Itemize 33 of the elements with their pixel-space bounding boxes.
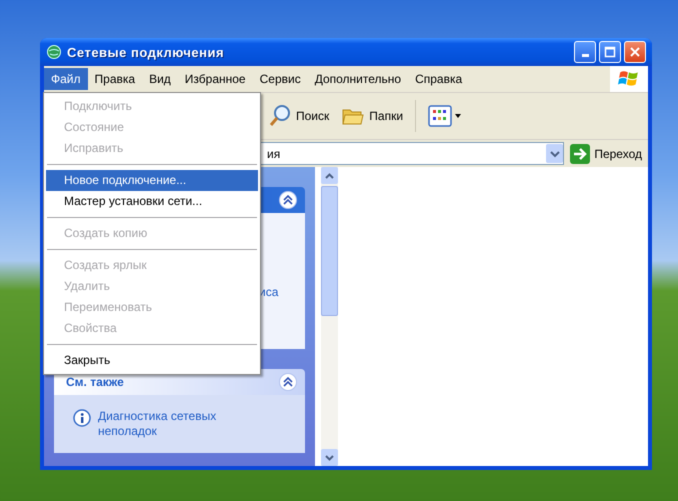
section-title: См. также bbox=[66, 375, 124, 389]
close-icon bbox=[629, 46, 641, 58]
troubleshoot-link[interactable]: Диагностика сетевых неполадок bbox=[98, 409, 248, 439]
double-chevron-up-icon bbox=[283, 195, 293, 205]
menu-item[interactable]: Вид bbox=[142, 68, 178, 90]
search-button[interactable]: Поиск bbox=[264, 102, 334, 130]
view-grid-icon bbox=[428, 104, 462, 128]
close-button[interactable] bbox=[624, 41, 646, 63]
menu-entry[interactable]: Закрыть bbox=[46, 350, 258, 371]
go-button[interactable]: Переход bbox=[568, 144, 644, 164]
search-icon bbox=[268, 104, 292, 128]
maximize-button[interactable] bbox=[599, 41, 621, 63]
double-chevron-up-icon bbox=[283, 377, 293, 387]
vertical-scrollbar[interactable] bbox=[321, 167, 338, 466]
folders-button[interactable]: Папки bbox=[337, 103, 408, 129]
menu-item[interactable]: Избранное bbox=[178, 68, 253, 90]
scroll-up-icon[interactable] bbox=[325, 172, 334, 178]
collapse-button[interactable] bbox=[279, 191, 297, 209]
menu-entry[interactable]: Мастер установки сети... bbox=[46, 191, 258, 212]
window-title: Сетевые подключения bbox=[67, 44, 224, 60]
menu-item[interactable]: Правка bbox=[88, 68, 142, 90]
menu-item[interactable]: Файл bbox=[44, 68, 88, 90]
minimize-button[interactable] bbox=[574, 41, 596, 63]
collapse-button[interactable] bbox=[279, 373, 297, 391]
menu-entry[interactable]: Новое подключение... bbox=[46, 170, 258, 191]
menu-item[interactable]: Справка bbox=[408, 68, 470, 90]
menu-item[interactable]: Сервис bbox=[252, 68, 308, 90]
minimize-icon bbox=[582, 54, 588, 57]
maximize-icon bbox=[604, 46, 616, 58]
scroll-down-icon[interactable] bbox=[325, 454, 334, 460]
info-icon bbox=[72, 409, 92, 429]
menu-item[interactable]: Дополнительно bbox=[308, 68, 408, 90]
network-globe-icon bbox=[46, 44, 62, 60]
